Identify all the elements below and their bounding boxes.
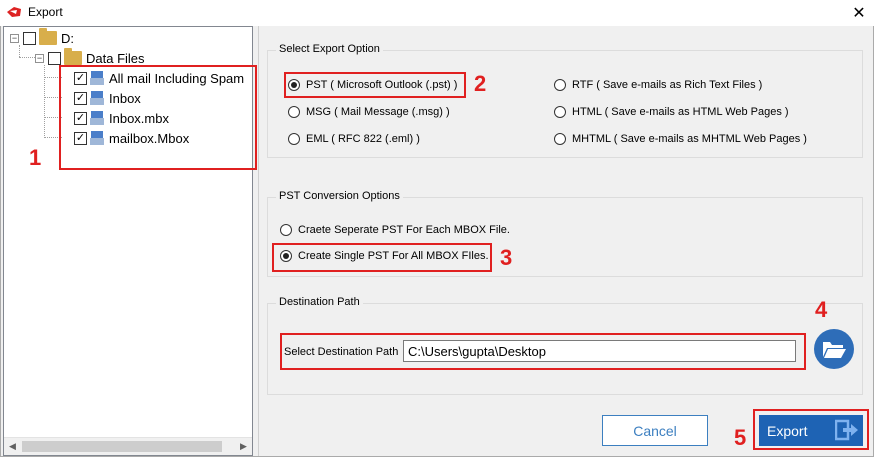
option-eml[interactable]: EML ( RFC 822 (.eml) ) (288, 133, 420, 145)
annotation-box (280, 333, 806, 370)
radio-button[interactable] (554, 79, 566, 91)
option-label: MHTML ( Save e-mails as MHTML Web Pages … (572, 133, 807, 145)
annotation-number: 2 (474, 71, 487, 96)
group-title: Destination Path (276, 296, 363, 308)
radio-button[interactable] (554, 133, 566, 145)
options-pane: Select Export Option PST ( Microsoft Out… (258, 26, 872, 456)
scrollbar-thumb[interactable] (22, 441, 222, 452)
radio-button[interactable] (288, 106, 300, 118)
annotation-box (284, 72, 466, 98)
annotation-number: 1 (29, 145, 42, 170)
horizontal-scrollbar[interactable]: ◀ ▶ (4, 437, 252, 455)
collapse-icon[interactable]: − (35, 53, 44, 63)
annotation-number: 4 (815, 297, 828, 322)
option-msg[interactable]: MSG ( Mail Message (.msg) ) (288, 106, 450, 118)
folder-icon (39, 28, 57, 45)
collapse-icon[interactable]: − (10, 33, 19, 43)
cancel-button[interactable]: Cancel (602, 415, 708, 446)
option-label: HTML ( Save e-mails as HTML Web Pages ) (572, 106, 789, 118)
annotation-box (272, 243, 492, 272)
tree-guide (44, 65, 45, 138)
option-mhtml[interactable]: MHTML ( Save e-mails as MHTML Web Pages … (554, 133, 807, 145)
root-checkbox[interactable] (23, 31, 36, 45)
option-label: RTF ( Save e-mails as Rich Text Files ) (572, 79, 763, 91)
radio-button[interactable] (554, 106, 566, 118)
option-label: EML ( RFC 822 (.eml) ) (306, 133, 420, 145)
window-title: Export (28, 5, 63, 19)
option-label: MSG ( Mail Message (.msg) ) (306, 106, 450, 118)
folder-tree: − D: − Data Files ✓ All mail Including S… (4, 27, 257, 437)
close-button[interactable]: ✕ (844, 0, 874, 26)
open-folder-icon (823, 342, 846, 358)
tree-node-label: D: (61, 30, 74, 46)
group-title: PST Conversion Options (276, 190, 403, 202)
scroll-left-icon[interactable]: ◀ (4, 438, 21, 455)
radio-button[interactable] (288, 133, 300, 145)
radio-button[interactable] (280, 224, 292, 236)
option-separate-pst[interactable]: Craete Seperate PST For Each MBOX File. (280, 224, 510, 236)
group-title: Select Export Option (276, 43, 383, 55)
scroll-right-icon[interactable]: ▶ (235, 438, 252, 455)
option-html[interactable]: HTML ( Save e-mails as HTML Web Pages ) (554, 106, 789, 118)
title-bar: Export ✕ (0, 0, 874, 26)
tree-node-label: Data Files (86, 50, 145, 66)
annotation-box (753, 409, 869, 450)
close-icon: ✕ (852, 5, 866, 22)
option-label: Craete Seperate PST For Each MBOX File. (298, 224, 510, 236)
browse-button[interactable] (814, 329, 854, 369)
data-files-checkbox[interactable] (48, 51, 61, 65)
annotation-number: 5 (734, 425, 747, 450)
option-rtf[interactable]: RTF ( Save e-mails as Rich Text Files ) (554, 79, 762, 91)
folder-tree-pane[interactable]: − D: − Data Files ✓ All mail Including S… (3, 26, 257, 456)
pst-conversion-group: PST Conversion Options Craete Seperate P… (267, 190, 863, 277)
destination-group: Destination Path Select Destination Path… (267, 296, 863, 395)
app-icon (7, 7, 21, 17)
annotation-box (59, 65, 257, 170)
annotation-number: 3 (500, 245, 513, 270)
tree-node-root[interactable]: − D: (10, 28, 74, 47)
export-option-group: Select Export Option PST ( Microsoft Out… (267, 43, 863, 158)
folder-icon (64, 48, 82, 65)
